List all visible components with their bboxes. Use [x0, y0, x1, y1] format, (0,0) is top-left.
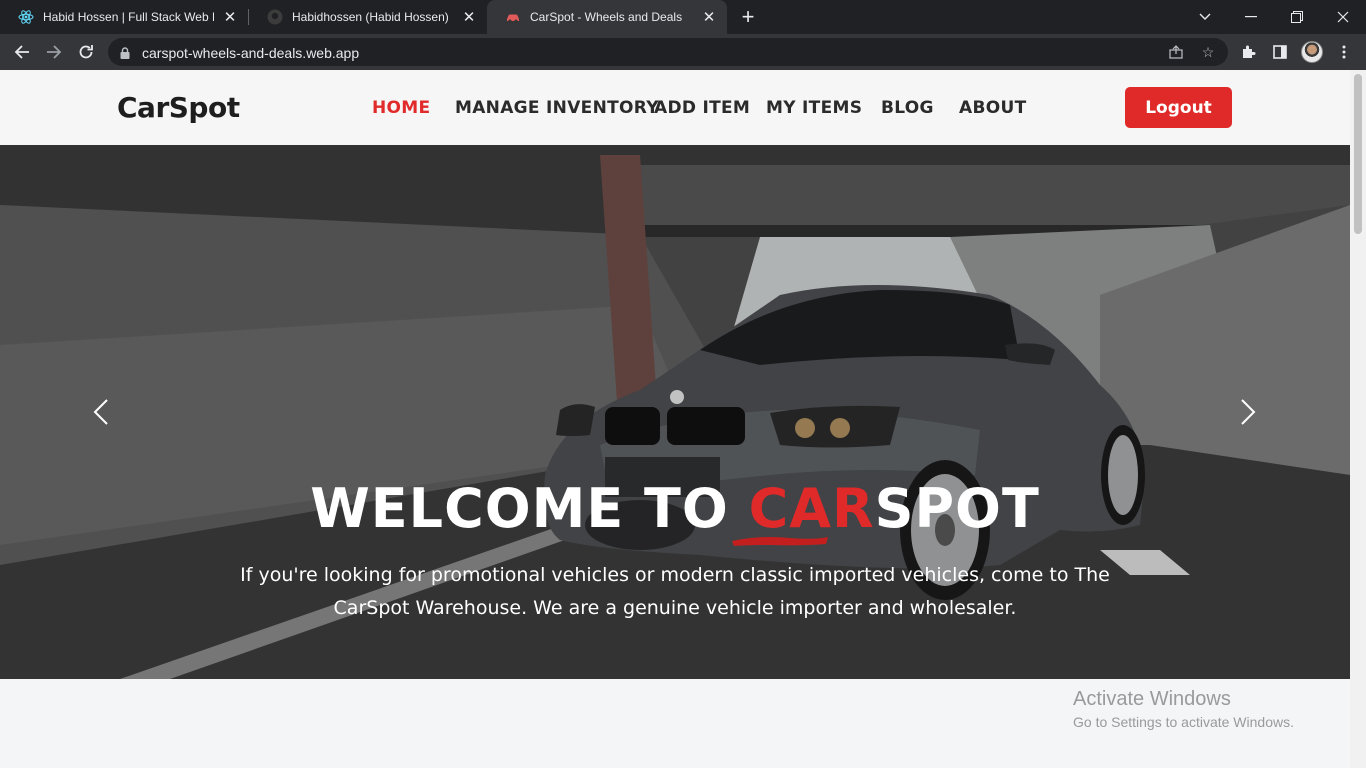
lock-icon [120, 46, 130, 64]
nav-blog[interactable]: BLOG [881, 98, 934, 118]
logout-button[interactable]: Logout [1125, 87, 1232, 128]
site-header: CarSpot HOME MANAGE INVENTORY ADD ITEM M… [0, 70, 1350, 145]
tab-title: Habidhossen (Habid Hossen) [292, 10, 449, 24]
side-panel-icon[interactable] [1270, 42, 1290, 62]
carousel-prev-icon[interactable] [86, 395, 116, 429]
back-icon[interactable] [8, 38, 36, 66]
browser-tab-portfolio[interactable]: Habid Hossen | Full Stack Web De ✕ [0, 0, 248, 34]
windows-activation-watermark: Activate Windows Go to Settings to activ… [1073, 688, 1294, 730]
react-icon [18, 9, 34, 25]
close-tab-icon[interactable]: ✕ [222, 9, 238, 26]
page-scrollbar[interactable] [1350, 70, 1366, 768]
hero-title-prefix: WELCOME TO [310, 477, 749, 540]
carousel-next-icon[interactable] [1233, 395, 1263, 429]
more-menu-icon[interactable] [1334, 42, 1354, 62]
hero-title: WELCOME TO CARSPOT [0, 477, 1350, 540]
new-tab-icon[interactable]: + [736, 4, 760, 29]
bookmark-star-icon[interactable]: ☆ [1200, 44, 1216, 60]
tab-title: Habid Hossen | Full Stack Web De [43, 10, 214, 24]
watermark-title: Activate Windows [1073, 688, 1231, 710]
minimize-icon[interactable] [1228, 0, 1274, 34]
car-icon [505, 9, 521, 25]
nav-my-items[interactable]: MY ITEMS [766, 98, 862, 118]
title-underline-brush [732, 537, 828, 546]
hero-carousel: WELCOME TO CARSPOT If you're looking for… [0, 145, 1350, 679]
close-tab-icon[interactable]: ✕ [461, 9, 477, 26]
page-viewport: CarSpot HOME MANAGE INVENTORY ADD ITEM M… [0, 70, 1350, 768]
hero-title-highlight: CAR [748, 477, 875, 540]
url-text: carspot-wheels-and-deals.web.app [142, 45, 360, 61]
close-tab-icon[interactable]: ✕ [701, 9, 717, 26]
nav-manage-inventory[interactable]: MANAGE INVENTORY [455, 98, 659, 118]
brand-logo[interactable]: CarSpot [117, 91, 240, 124]
nav-home[interactable]: HOME [372, 98, 430, 118]
profile-avatar[interactable] [1301, 41, 1323, 63]
browser-tab-github[interactable]: Habidhossen (Habid Hossen) ✕ [249, 0, 487, 34]
nav-about[interactable]: ABOUT [959, 98, 1026, 118]
forward-icon[interactable] [40, 38, 68, 66]
reload-icon[interactable] [72, 38, 100, 66]
watermark-subtitle: Go to Settings to activate Windows. [1073, 714, 1294, 730]
tab-title: CarSpot - Wheels and Deals [530, 10, 683, 24]
tab-search-chevron-icon[interactable] [1182, 0, 1228, 34]
nav-add-item[interactable]: ADD ITEM [654, 98, 750, 118]
browser-toolbar: carspot-wheels-and-deals.web.app ☆ [0, 34, 1366, 70]
scrollbar-thumb[interactable] [1354, 74, 1362, 234]
extensions-icon[interactable] [1238, 42, 1258, 62]
github-icon [267, 9, 283, 25]
browser-tab-bar: Habid Hossen | Full Stack Web De ✕ Habid… [0, 0, 1366, 34]
close-window-icon[interactable] [1320, 0, 1366, 34]
browser-tab-carspot[interactable]: CarSpot - Wheels and Deals ✕ [487, 0, 727, 34]
restore-icon[interactable] [1274, 0, 1320, 34]
share-icon[interactable] [1168, 44, 1184, 60]
hero-description: If you're looking for promotional vehicl… [240, 564, 1110, 619]
address-bar[interactable]: carspot-wheels-and-deals.web.app ☆ [108, 38, 1228, 66]
hero-title-suffix: SPOT [874, 477, 1040, 540]
